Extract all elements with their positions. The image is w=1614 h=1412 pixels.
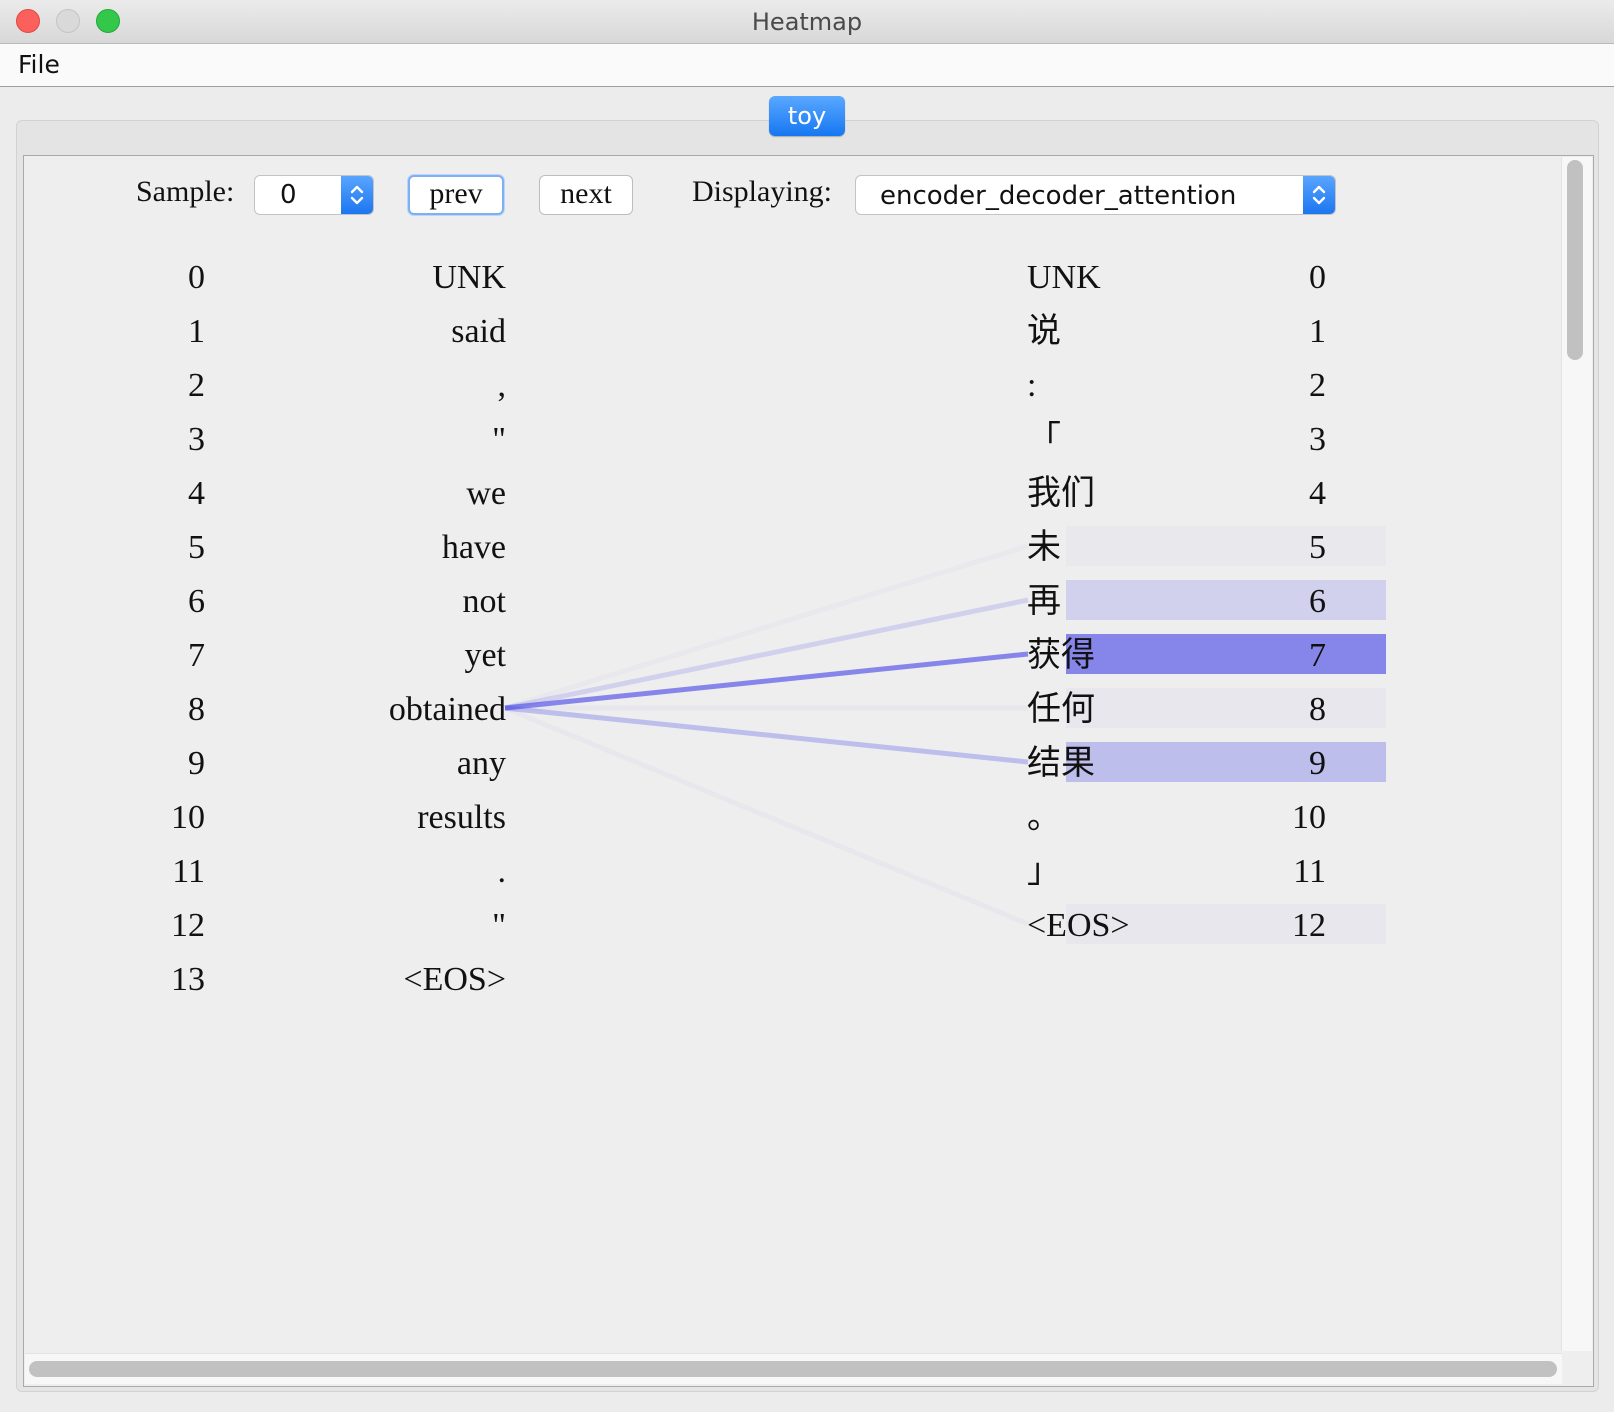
source-token[interactable]: not — [463, 583, 507, 620]
source-index[interactable]: 7 — [188, 637, 205, 674]
target-index[interactable]: 9 — [1309, 745, 1326, 782]
target-index[interactable]: 3 — [1309, 421, 1326, 458]
target-token[interactable]: 「 — [1027, 420, 1061, 458]
target-token[interactable]: 未 — [1027, 528, 1061, 566]
source-index[interactable]: 2 — [188, 367, 205, 404]
source-token[interactable]: said — [451, 313, 506, 350]
source-token[interactable]: obtained — [389, 691, 506, 728]
attention-bar — [1066, 634, 1386, 674]
target-index[interactable]: 2 — [1309, 367, 1326, 404]
attention-line — [504, 705, 1029, 765]
source-token[interactable]: , — [498, 367, 507, 404]
target-index[interactable]: 1 — [1309, 313, 1326, 350]
target-token[interactable]: 我们 — [1027, 474, 1095, 512]
target-token[interactable]: <EOS> — [1027, 907, 1130, 944]
attention-bar — [1066, 688, 1386, 728]
source-token[interactable]: " — [492, 421, 506, 458]
target-token[interactable]: 任何 — [1027, 690, 1095, 728]
target-index[interactable]: 12 — [1292, 907, 1326, 944]
target-index[interactable]: 7 — [1309, 637, 1326, 674]
source-index[interactable]: 11 — [172, 853, 205, 890]
attention-line — [504, 705, 1029, 927]
source-token[interactable]: " — [492, 907, 506, 944]
target-token[interactable]: UNK — [1027, 259, 1101, 296]
target-token[interactable]: 结果 — [1027, 744, 1095, 782]
target-index[interactable]: 5 — [1309, 529, 1326, 566]
source-index[interactable]: 8 — [188, 691, 205, 728]
attention-heatmap[interactable]: 0 UNK 1 said 2, 3 " 4 we 5 have 6 not 7 yet 8 obtained 9 a… — [0, 0, 1560, 1340]
source-token[interactable]: UNK — [432, 259, 506, 296]
source-token[interactable]: have — [442, 529, 506, 566]
source-token[interactable]: any — [457, 745, 506, 782]
source-index[interactable]: 1 — [188, 313, 205, 350]
target-token[interactable]: 。 — [1027, 799, 1061, 836]
attention-bar — [1066, 526, 1386, 566]
attention-line — [504, 597, 1029, 711]
target-index[interactable]: 4 — [1309, 475, 1326, 512]
source-index[interactable]: 4 — [188, 475, 205, 512]
source-index[interactable]: 0 — [188, 259, 205, 296]
target-index[interactable]: 0 — [1309, 259, 1326, 296]
source-index[interactable]: 9 — [188, 745, 205, 782]
source-token[interactable]: yet — [464, 637, 506, 674]
target-token[interactable]: 说 — [1027, 312, 1061, 350]
target-token[interactable]: 再 — [1027, 583, 1061, 620]
attention-line — [504, 651, 1029, 711]
source-index[interactable]: 6 — [188, 583, 205, 620]
target-token[interactable]: : — [1027, 367, 1036, 404]
source-token[interactable]: results — [417, 799, 506, 836]
attention-line — [505, 546, 1028, 708]
target-index[interactable]: 10 — [1292, 799, 1326, 836]
source-token[interactable]: <EOS> — [403, 961, 506, 998]
attention-bar — [1066, 742, 1386, 782]
target-token[interactable]: 」 — [1027, 853, 1061, 890]
source-index[interactable]: 5 — [188, 529, 205, 566]
vertical-scroll-thumb[interactable] — [1567, 160, 1583, 360]
target-token[interactable]: 获得 — [1027, 636, 1095, 674]
target-index[interactable]: 8 — [1309, 691, 1326, 728]
horizontal-scroll-thumb[interactable] — [29, 1361, 1557, 1377]
source-index[interactable]: 12 — [171, 907, 205, 944]
attention-bar — [1066, 580, 1386, 620]
source-token[interactable]: we — [466, 475, 506, 512]
target-index[interactable]: 11 — [1293, 853, 1326, 890]
source-index[interactable]: 13 — [171, 961, 205, 998]
target-index[interactable]: 6 — [1309, 583, 1326, 620]
source-token[interactable]: . — [498, 853, 507, 890]
source-index[interactable]: 10 — [171, 799, 205, 836]
source-index[interactable]: 3 — [188, 421, 205, 458]
